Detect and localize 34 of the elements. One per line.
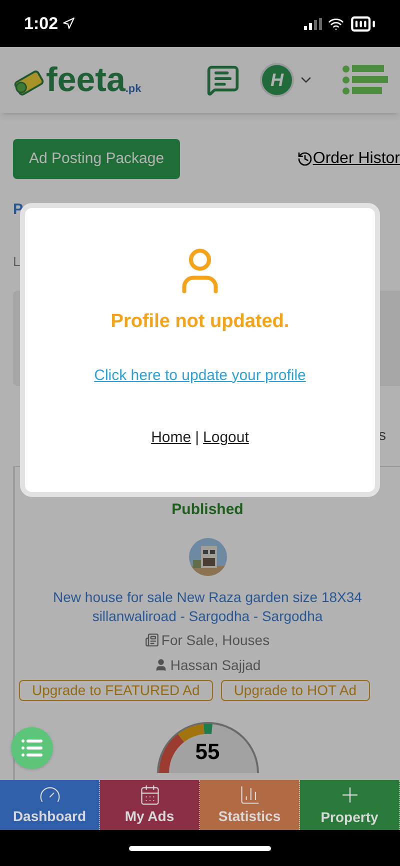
modal-title: Profile not updated.	[110, 310, 290, 334]
nav-tab[interactable]: Property	[300, 780, 400, 830]
history-icon	[296, 151, 313, 167]
chart-icon	[238, 784, 260, 806]
stat-label: P	[13, 200, 24, 220]
nav-tab[interactable]: Dashboard	[0, 780, 100, 830]
floating-menu-button[interactable]	[11, 727, 53, 769]
ad-title-link[interactable]: New house for sale New Raza garden size 18X34 sillanwaliroad - Sargodha - Sargodha	[38, 588, 378, 626]
avatar[interactable]: H	[260, 63, 294, 97]
ad-status: Published	[172, 500, 244, 520]
logout-link[interactable]: Logout	[203, 427, 249, 450]
ad-category: For Sale, Houses	[161, 630, 270, 650]
order-history-link[interactable]: Order Histor	[296, 147, 400, 171]
score-value: 55	[194, 738, 221, 764]
link-separator: |	[195, 428, 200, 448]
signal-icon	[304, 18, 322, 30]
stat-sublabel: L	[13, 252, 22, 270]
upgrade-button[interactable]: Upgrade to HOT Ad	[220, 680, 370, 700]
user-icon	[154, 658, 168, 672]
logo-suffix: .pk	[125, 82, 142, 96]
ad-posting-package-button[interactable]: Ad Posting Package	[13, 139, 180, 179]
ad-author: Hassan Sajjad	[170, 656, 261, 675]
logo-text: feeta	[46, 63, 126, 97]
chat-icon[interactable]	[206, 63, 240, 97]
menu-icon[interactable]	[342, 65, 388, 95]
update-profile-link[interactable]: Click here to update your profile	[94, 364, 306, 387]
wifi-icon	[328, 16, 344, 32]
nav-tab[interactable]: My Ads	[100, 780, 200, 830]
home-link[interactable]: Home	[151, 427, 192, 450]
calendar-icon	[138, 784, 160, 806]
upgrade-button[interactable]: Upgrade to FEATURED Ad	[19, 680, 213, 700]
nav-tab[interactable]: Statistics	[200, 780, 300, 830]
status-time: 1:02	[24, 12, 58, 35]
location-icon	[62, 17, 76, 30]
